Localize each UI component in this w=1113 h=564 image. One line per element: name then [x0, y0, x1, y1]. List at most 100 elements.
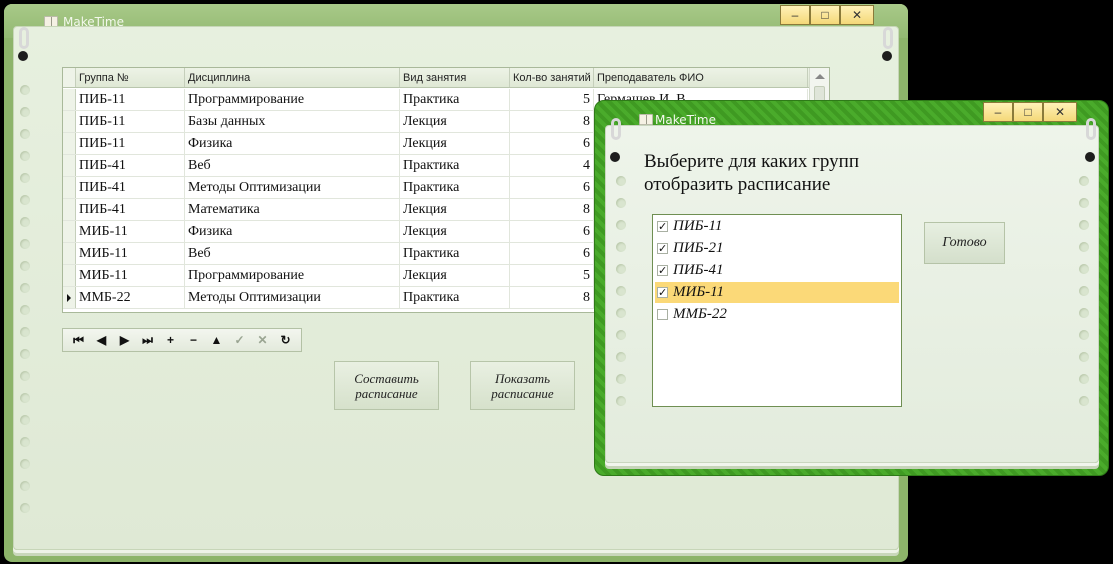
cell-lesson-type[interactable]: Практика	[400, 89, 510, 110]
dialog-close-button[interactable]: ✕	[1043, 102, 1077, 122]
prev-record-button[interactable]: ◀	[90, 330, 113, 350]
maximize-button[interactable]: □	[810, 5, 840, 25]
binder-side-hole	[20, 437, 30, 447]
cell-lesson-type[interactable]: Практика	[400, 243, 510, 264]
group-checkbox[interactable]: ✓	[657, 243, 668, 255]
cell-group[interactable]: ПИБ-41	[76, 155, 185, 176]
current-row-icon	[67, 294, 71, 302]
cell-discipline[interactable]: Программирование	[185, 265, 400, 286]
group-list-item[interactable]: ММБ-22	[655, 304, 899, 325]
post-edit-button[interactable]: ✓	[228, 330, 251, 350]
group-checkbox[interactable]: ✓	[657, 265, 668, 277]
cell-lesson-count[interactable]: 8	[510, 111, 594, 132]
cell-lesson-type[interactable]: Лекция	[400, 111, 510, 132]
edit-record-button[interactable]: ▲	[205, 330, 228, 350]
binder-side-hole	[1079, 264, 1089, 274]
cell-group[interactable]: ПИБ-11	[76, 89, 185, 110]
cell-lesson-count[interactable]: 8	[510, 199, 594, 220]
column-header-lesson-count[interactable]: Кол-во занятий	[510, 68, 594, 87]
row-indicator[interactable]	[63, 265, 76, 286]
column-header-discipline[interactable]: Дисциплина	[185, 68, 400, 87]
show-schedule-button[interactable]: Показать расписание	[470, 361, 575, 410]
add-record-button[interactable]: +	[159, 330, 182, 350]
group-label: ММБ-22	[673, 306, 727, 322]
refresh-button[interactable]: ↻	[274, 330, 297, 350]
cell-lesson-type[interactable]: Лекция	[400, 133, 510, 154]
cell-lesson-type[interactable]: Практика	[400, 287, 510, 308]
binder-side-hole	[1079, 220, 1089, 230]
cell-lesson-count[interactable]: 6	[510, 133, 594, 154]
cell-lesson-type[interactable]: Лекция	[400, 265, 510, 286]
dialog-notebook-page: Выберите для каких групп отобразить расп…	[605, 118, 1099, 463]
cell-group[interactable]: МИБ-11	[76, 243, 185, 264]
scroll-up-icon[interactable]	[815, 74, 825, 79]
cell-lesson-type[interactable]: Практика	[400, 155, 510, 176]
refresh-icon: ↻	[280, 333, 291, 347]
row-indicator[interactable]	[63, 177, 76, 198]
cell-group[interactable]: ПИБ-41	[76, 199, 185, 220]
cell-lesson-count[interactable]: 6	[510, 243, 594, 264]
cell-lesson-count[interactable]: 5	[510, 265, 594, 286]
cell-group[interactable]: ПИБ-11	[76, 111, 185, 132]
cell-lesson-count[interactable]: 5	[510, 89, 594, 110]
cell-lesson-type[interactable]: Практика	[400, 177, 510, 198]
row-indicator[interactable]	[63, 111, 76, 132]
group-checkbox[interactable]: ✓	[657, 287, 668, 299]
group-list-item[interactable]: ✓ ПИБ-11	[655, 216, 899, 237]
row-indicator[interactable]	[63, 133, 76, 154]
cell-lesson-count[interactable]: 4	[510, 155, 594, 176]
binder-side-hole	[20, 503, 30, 513]
column-header-lesson-type[interactable]: Вид занятия	[400, 68, 510, 87]
delete-record-button[interactable]: −	[182, 330, 205, 350]
group-checklist[interactable]: ✓ ПИБ-11 ✓ ПИБ-21 ✓ ПИБ-41 ✓ МИБ-11 ММБ-22	[652, 214, 902, 407]
dialog-maximize-button[interactable]: □	[1013, 102, 1043, 122]
column-header-teacher[interactable]: Преподаватель ФИО	[594, 68, 808, 87]
cell-lesson-count[interactable]: 6	[510, 221, 594, 242]
cell-discipline[interactable]: Физика	[185, 221, 400, 242]
last-record-button[interactable]: ⏭	[136, 330, 159, 350]
cell-discipline[interactable]: Веб	[185, 243, 400, 264]
post-edit-icon: ✓	[234, 333, 245, 347]
cell-lesson-count[interactable]: 8	[510, 287, 594, 308]
group-checkbox[interactable]: ✓	[657, 221, 668, 233]
cell-lesson-type[interactable]: Лекция	[400, 221, 510, 242]
row-indicator[interactable]	[63, 89, 76, 110]
cell-group[interactable]: ПИБ-11	[76, 133, 185, 154]
minimize-button[interactable]: ‒	[780, 5, 810, 25]
binder-side-hole	[1079, 308, 1089, 318]
add-record-icon: +	[166, 333, 174, 347]
cell-lesson-count[interactable]: 6	[510, 177, 594, 198]
cancel-edit-button[interactable]: ✕	[251, 330, 274, 350]
group-list-item[interactable]: ✓ ПИБ-41	[655, 260, 899, 281]
row-indicator[interactable]	[63, 287, 76, 308]
cell-group[interactable]: ПИБ-41	[76, 177, 185, 198]
cell-discipline[interactable]: Веб	[185, 155, 400, 176]
show-schedule-label: Показать расписание	[491, 370, 554, 401]
next-record-button[interactable]: ▶	[113, 330, 136, 350]
cell-discipline[interactable]: Программирование	[185, 89, 400, 110]
cell-group[interactable]: МИБ-11	[76, 265, 185, 286]
close-button[interactable]: ✕	[840, 5, 874, 25]
cell-lesson-type[interactable]: Лекция	[400, 199, 510, 220]
row-indicator[interactable]	[63, 243, 76, 264]
cell-group[interactable]: МИБ-11	[76, 221, 185, 242]
group-checkbox[interactable]	[657, 309, 668, 320]
group-list-item[interactable]: ✓ МИБ-11	[655, 282, 899, 303]
dialog-minimize-button[interactable]: ‒	[983, 102, 1013, 122]
cell-discipline[interactable]: Базы данных	[185, 111, 400, 132]
cell-discipline[interactable]: Математика	[185, 199, 400, 220]
cell-discipline[interactable]: Физика	[185, 133, 400, 154]
binder-side-hole	[616, 352, 626, 362]
row-indicator[interactable]	[63, 155, 76, 176]
row-indicator[interactable]	[63, 221, 76, 242]
cell-discipline[interactable]: Методы Оптимизации	[185, 177, 400, 198]
first-record-button[interactable]: ⏮	[67, 330, 90, 350]
cell-group[interactable]: ММБ-22	[76, 287, 185, 308]
make-schedule-button[interactable]: Составить расписание	[334, 361, 439, 410]
done-button[interactable]: Готово	[924, 222, 1005, 264]
row-indicator[interactable]	[63, 199, 76, 220]
group-list-item[interactable]: ✓ ПИБ-21	[655, 238, 899, 259]
column-header-group[interactable]: Группа №	[76, 68, 185, 87]
binder-hole	[882, 51, 892, 61]
cell-discipline[interactable]: Методы Оптимизации	[185, 287, 400, 308]
